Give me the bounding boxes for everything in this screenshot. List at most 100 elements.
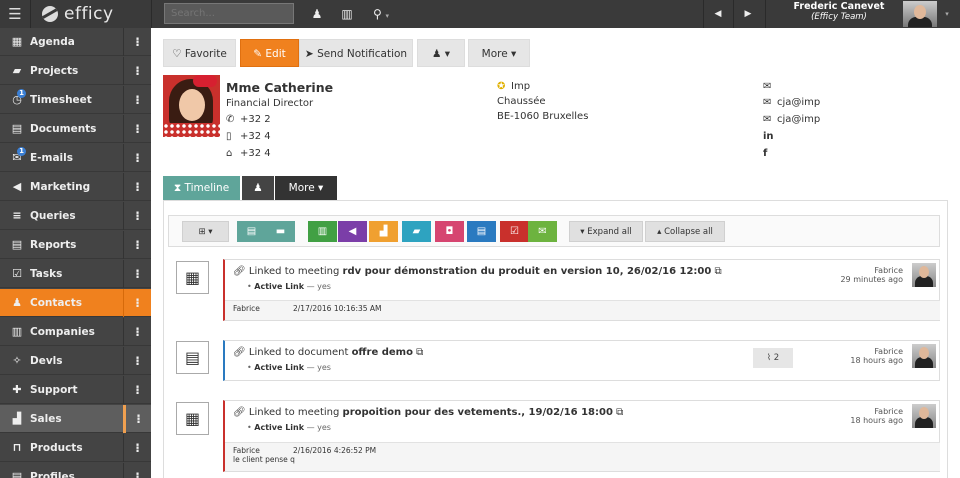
envelope-icon[interactable]: ✉ [763, 81, 771, 92]
options-icon[interactable]: ⁝ [123, 86, 151, 114]
options-icon[interactable]: ⁝ [123, 28, 151, 56]
options-icon[interactable]: ⁝ [123, 173, 151, 201]
document-icon[interactable]: ▤ [467, 221, 496, 242]
collapse-all-button[interactable]: ▴ Collapse all [645, 221, 725, 242]
options-icon[interactable]: ⁝ [123, 57, 151, 85]
more-actions-button[interactable]: More ▾ [468, 39, 530, 67]
timeline-entry[interactable]: 🔗︎ Linked to document offre demo ⧉ • Act… [223, 340, 940, 381]
sidebar-item-label: Sales [30, 413, 62, 425]
options-icon[interactable]: ⁝ [123, 289, 151, 317]
notification-badge: 1 [17, 89, 26, 98]
building-icon[interactable]: ▥ [308, 221, 337, 242]
top-bar: ☰ efficy ♟ ▥ ⚲ ▾ ◀ ▶ Frederic Canevet (E… [0, 0, 960, 28]
comment-icon[interactable]: ▬ [266, 221, 295, 242]
sidebar-item-companies[interactable]: ▥ Companies ⁝ [0, 318, 151, 346]
timeline-entry[interactable]: 🔗︎ Linked to meeting rdv pour démonstrat… [223, 259, 940, 321]
facebook-icon[interactable]: f [763, 148, 767, 159]
options-icon[interactable]: ⁝ [123, 405, 151, 433]
options-icon[interactable]: ⁝ [123, 144, 151, 172]
task-icon[interactable]: ☑ [500, 221, 529, 242]
sidebar-item-documents[interactable]: ▤ Documents ⁝ [0, 115, 151, 143]
home-row[interactable]: ⌂ +32 4 [226, 148, 271, 159]
external-link-icon[interactable]: ⧉ [715, 266, 722, 277]
home-icon: ⌂ [226, 148, 233, 159]
time-ago: 29 minutes ago [840, 275, 903, 284]
phone-row[interactable]: ✆ +32 2 [226, 114, 271, 125]
options-icon[interactable]: ⁝ [123, 260, 151, 288]
email-icon[interactable]: ✉ [528, 221, 557, 242]
options-icon[interactable]: ⁝ [123, 376, 151, 404]
sidebar-item-agenda[interactable]: ▦ Agenda ⁝ [0, 28, 151, 56]
building-icon[interactable]: ▥ [336, 0, 358, 28]
email-row-1[interactable]: ✉ cja@imp [763, 97, 820, 108]
briefcase-icon[interactable]: ▰ [402, 221, 431, 242]
current-user[interactable]: Frederic Canevet (Efficy Team) [780, 0, 898, 28]
tab-more[interactable]: More ▾ [275, 176, 337, 201]
company-link[interactable]: ✪ Imp [497, 81, 530, 92]
contact-name: Mme Catherine [226, 80, 334, 95]
sidebar-item-profiles[interactable]: ▤ Profiles ⁝ [0, 463, 151, 478]
sidebar-item-projects[interactable]: ▰ Projects ⁝ [0, 57, 151, 85]
time-ago: 18 hours ago [850, 356, 903, 365]
favorite-button[interactable]: ♡ Favorite [163, 39, 236, 67]
sidebar-item-contacts[interactable]: ♟ Contacts ⁝ [0, 289, 151, 317]
sidebar-item-products[interactable]: ⊓ Products ⁝ [0, 434, 151, 462]
send-notification-button[interactable]: ➤ Send Notification [299, 39, 413, 67]
agenda-view-icon[interactable]: ▤ [237, 221, 266, 242]
options-icon[interactable]: ⁝ [123, 463, 151, 478]
agenda-icon: ▦ [11, 35, 23, 48]
external-link-icon[interactable]: ⧉ [416, 347, 423, 358]
edit-button[interactable]: ✎ Edit [240, 39, 299, 67]
back-arrow-icon[interactable]: ◀ [707, 0, 729, 28]
options-icon[interactable]: ⁝ [123, 115, 151, 143]
sidebar-item-label: Timesheet [30, 94, 92, 106]
contact-title: Financial Director [226, 98, 314, 109]
sidebar-item-tasks[interactable]: ☑ Tasks ⁝ [0, 260, 151, 288]
search-dropdown-icon[interactable]: ⚲ ▾ [366, 0, 396, 28]
sidebar-item-reports[interactable]: ▤ Reports ⁝ [0, 231, 151, 259]
attachments-button[interactable]: ⌇ 2 [753, 348, 793, 368]
add-dropdown-button[interactable]: ⊞ ▾ [182, 221, 229, 242]
efficy-logo[interactable]: efficy [42, 3, 114, 25]
chevron-down-icon[interactable]: ▾ [940, 0, 954, 28]
options-icon[interactable]: ⁝ [123, 231, 151, 259]
forward-arrow-icon[interactable]: ▶ [737, 0, 759, 28]
pencil-icon: ✎ [253, 48, 263, 60]
mobile-row[interactable]: ▯ +32 4 [226, 131, 271, 142]
timeline-entry[interactable]: 🔗︎ Linked to meeting propoition pour des… [223, 400, 940, 472]
entry-footer: Fabrice 2/16/2016 4:26:52 PM le client pen… [225, 442, 940, 471]
hamburger-menu-icon[interactable]: ☰ [0, 0, 30, 28]
sidebar-item-support[interactable]: ✚ Support ⁝ [0, 376, 151, 404]
options-icon[interactable]: ⁝ [123, 202, 151, 230]
sidebar-item-sales[interactable]: ▟ Sales ⁝ [0, 405, 151, 433]
user-icon[interactable]: ♟ [306, 0, 328, 28]
options-icon[interactable]: ⁝ [123, 434, 151, 462]
user-dropdown-button[interactable]: ♟ ▾ [417, 39, 465, 67]
expand-all-button[interactable]: ▾ Expand all [569, 221, 643, 242]
linkedin-icon[interactable]: in [763, 131, 774, 142]
divider [765, 0, 766, 28]
options-icon[interactable]: ⁝ [123, 347, 151, 375]
sidebar-item-queries[interactable]: ≡ Queries ⁝ [0, 202, 151, 230]
chart-icon[interactable]: ▟ [369, 221, 398, 242]
entry-footer: Fabrice 2/17/2016 10:16:35 AM [225, 300, 940, 320]
email-row-2[interactable]: ✉ cja@imp [763, 114, 820, 125]
tab-user[interactable]: ♟ [242, 176, 274, 201]
megaphone-icon[interactable]: ◀ [338, 221, 367, 242]
contact-card-icon[interactable]: ◘ [435, 221, 464, 242]
author-name: Fabrice [874, 266, 903, 275]
external-link-icon[interactable]: ⧉ [616, 407, 623, 418]
hourglass-icon: ⧗ [173, 182, 182, 194]
divider [733, 0, 734, 28]
tab-timeline[interactable]: ⧗ Timeline [163, 176, 240, 201]
user-avatar[interactable] [903, 1, 937, 27]
options-icon[interactable]: ⁝ [123, 318, 151, 346]
sidebar-item-e-mails[interactable]: ✉ 1 E-mails ⁝ [0, 144, 151, 172]
sidebar-item-timesheet[interactable]: ◷ 1 Timesheet ⁝ [0, 86, 151, 114]
sidebar-item-label: Devls [30, 355, 63, 367]
contacts-icon: ♟ [12, 296, 22, 309]
sidebar-item-label: Marketing [30, 181, 91, 193]
sidebar-item-devls[interactable]: ✧ Devls ⁝ [0, 347, 151, 375]
search-input[interactable] [164, 3, 294, 24]
sidebar-item-marketing[interactable]: ◀ Marketing ⁝ [0, 173, 151, 201]
